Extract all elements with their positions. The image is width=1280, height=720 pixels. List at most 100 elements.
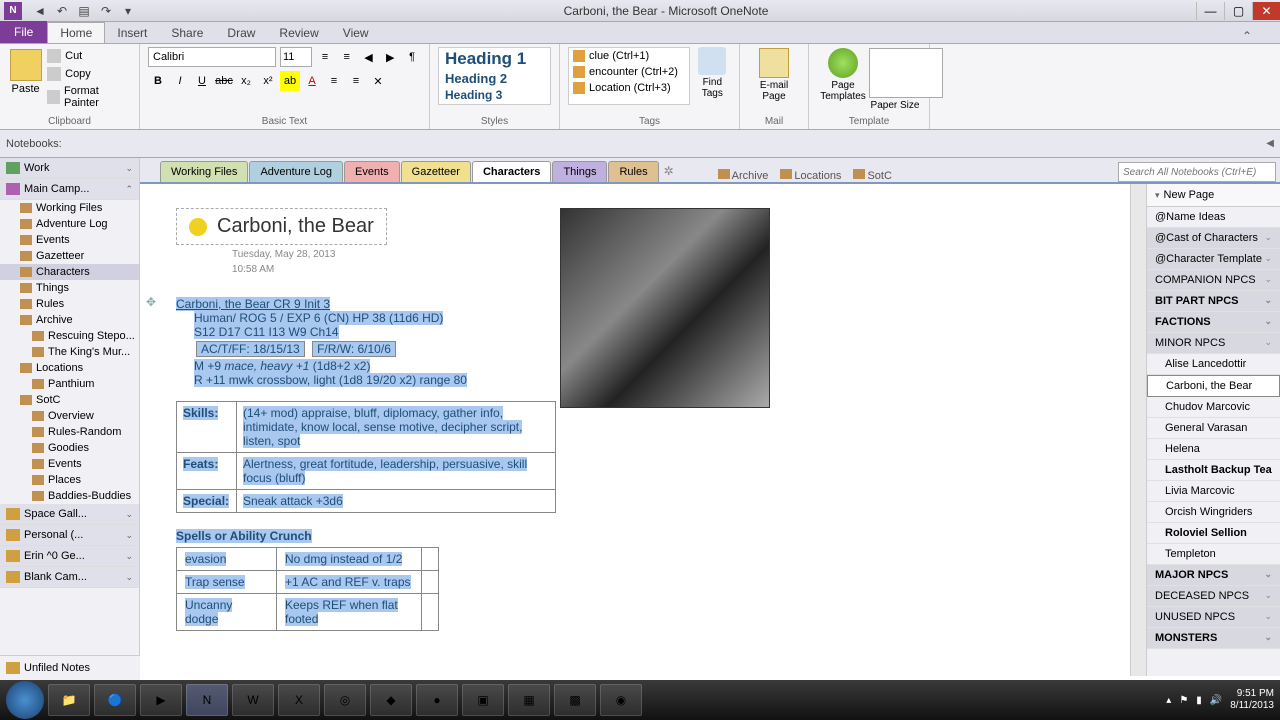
quicklink-archive[interactable]: Archive <box>718 169 769 182</box>
bold-button[interactable]: B <box>148 71 168 91</box>
taskbar-adobe[interactable]: ◉ <box>600 684 642 716</box>
section-gazetteer[interactable]: Gazetteer <box>0 248 139 264</box>
pagelist-item[interactable]: Helena <box>1147 439 1280 460</box>
pagelist-item[interactable]: Chudov Marcovic <box>1147 397 1280 418</box>
highlight-button[interactable]: ab <box>280 71 300 91</box>
pagelist-group[interactable]: FACTIONS <box>1147 312 1280 333</box>
start-button[interactable] <box>6 681 44 719</box>
spells-header[interactable]: Spells or Ability Crunch <box>176 529 312 543</box>
bullets-icon[interactable]: ≡ <box>316 47 334 67</box>
ribbon-minimize-icon[interactable]: ⌃ <box>1242 29 1252 43</box>
search-input[interactable] <box>1118 162 1276 182</box>
tab-view[interactable]: View <box>331 23 381 43</box>
pagelist-item[interactable]: Alise Lancedottir <box>1147 354 1280 375</box>
taskbar-word[interactable]: W <box>232 684 274 716</box>
taskbar-spotify[interactable]: ● <box>416 684 458 716</box>
paper-size-button[interactable]: Paper Size <box>869 48 921 111</box>
quicklink-locations[interactable]: Locations <box>780 169 841 182</box>
page-canvas[interactable]: Carboni, the Bear Tuesday, May 28, 2013 … <box>140 184 1130 676</box>
pagelist-item[interactable]: Carboni, the Bear <box>1147 375 1280 397</box>
section-sotc-sub[interactable]: Overview <box>0 408 139 424</box>
taskbar-excel[interactable]: X <box>278 684 320 716</box>
font-name-input[interactable] <box>148 47 276 67</box>
sectab-things[interactable]: Things <box>552 161 607 182</box>
section-sotc[interactable]: SotC <box>0 392 139 408</box>
sectab-working-files[interactable]: Working Files <box>160 161 248 182</box>
page-templates-button[interactable]: Page Templates <box>817 48 869 111</box>
unfiled-notes[interactable]: Unfiled Notes <box>0 655 140 680</box>
back-icon[interactable]: ◄ <box>32 3 48 19</box>
section-sotc-sub[interactable]: Events <box>0 456 139 472</box>
notebook-work[interactable]: Work⌄ <box>0 158 139 179</box>
pagelist-item[interactable]: @Name Ideas <box>1147 207 1280 228</box>
find-tags-button[interactable]: Find Tags <box>694 47 731 105</box>
search-box[interactable] <box>1118 162 1276 182</box>
redo-icon[interactable]: ↷ <box>98 3 114 19</box>
pagelist-item[interactable]: Templeton <box>1147 544 1280 565</box>
section-things[interactable]: Things <box>0 280 139 296</box>
align-center-icon[interactable]: ≡ <box>346 71 366 91</box>
taskbar-chrome[interactable]: 🔵 <box>94 684 136 716</box>
tray-up-icon[interactable]: ▴ <box>1166 695 1171 706</box>
section-characters[interactable]: Characters <box>0 264 139 280</box>
pagelist-item[interactable]: Orcish Wingriders <box>1147 502 1280 523</box>
format-painter-button[interactable]: Format Painter <box>47 83 131 111</box>
sectab-characters[interactable]: Characters <box>472 161 551 182</box>
section-rules[interactable]: Rules <box>0 296 139 312</box>
section-locations-sub[interactable]: Panthium <box>0 376 139 392</box>
new-section-icon[interactable]: ✲ <box>660 160 678 182</box>
spells-table[interactable]: evasionNo dmg instead of 1/2 Trap sense+… <box>176 547 439 631</box>
taskbar-app[interactable]: ▦ <box>508 684 550 716</box>
pagelist-item[interactable]: Lastholt Backup Tea <box>1147 460 1280 481</box>
notebook-item[interactable]: Erin ^0 Ge...⌄ <box>0 546 139 567</box>
quicklink-sotc[interactable]: SotC <box>853 169 891 182</box>
file-tab[interactable]: File <box>0 21 47 43</box>
section-sotc-sub[interactable]: Rules-Random <box>0 424 139 440</box>
tab-home[interactable]: Home <box>47 22 105 43</box>
pagelist-group[interactable]: MINOR NPCS <box>1147 333 1280 354</box>
font-color-button[interactable]: A <box>302 71 322 91</box>
section-sotc-sub[interactable]: Baddies-Buddies <box>0 488 139 504</box>
subscript-button[interactable]: x₂ <box>236 71 256 91</box>
numbering-icon[interactable]: ≡ <box>338 47 356 67</box>
pagelist-group[interactable]: @Cast of Characters <box>1147 228 1280 249</box>
font-size-input[interactable] <box>280 47 312 67</box>
outdent-icon[interactable]: ◀ <box>360 47 378 67</box>
section-events[interactable]: Events <box>0 232 139 248</box>
notebook-main-campaign[interactable]: Main Camp...⌃ <box>0 179 139 200</box>
pagelist-item[interactable]: Livia Marcovic <box>1147 481 1280 502</box>
superscript-button[interactable]: x² <box>258 71 278 91</box>
pagelist-group[interactable]: DECEASED NPCS <box>1147 586 1280 607</box>
pagelist-item[interactable]: General Varasan <box>1147 418 1280 439</box>
section-adventure-log[interactable]: Adventure Log <box>0 216 139 232</box>
copy-button[interactable]: Copy <box>47 65 131 83</box>
styles-gallery[interactable]: Heading 1 Heading 2 Heading 3 <box>438 47 551 105</box>
page-title[interactable]: Carboni, the Bear <box>217 215 374 238</box>
scrollbar[interactable] <box>1130 184 1146 676</box>
pagelist-group[interactable]: MAJOR NPCS <box>1147 565 1280 586</box>
tab-share[interactable]: Share <box>159 23 215 43</box>
paragraph-icon[interactable]: ¶ <box>403 47 421 67</box>
pagelist-item[interactable]: Roloviel Sellion <box>1147 523 1280 544</box>
maximize-button[interactable]: ▢ <box>1224 2 1252 20</box>
tags-gallery[interactable]: clue (Ctrl+1) encounter (Ctrl+2) Locatio… <box>568 47 690 105</box>
sectab-adventure-log[interactable]: Adventure Log <box>249 161 343 182</box>
close-button[interactable]: ✕ <box>1252 2 1280 20</box>
tab-draw[interactable]: Draw <box>215 23 267 43</box>
page-title-container[interactable]: Carboni, the Bear <box>176 208 387 245</box>
pagelist-group[interactable]: UNUSED NPCS <box>1147 607 1280 628</box>
taskbar-media[interactable]: ▶ <box>140 684 182 716</box>
qat-dropdown-icon[interactable]: ▾ <box>120 3 136 19</box>
new-page-button[interactable]: New Page <box>1147 184 1280 207</box>
taskbar-onenote[interactable]: N <box>186 684 228 716</box>
pagelist-group[interactable]: @Character Template <box>1147 249 1280 270</box>
underline-button[interactable]: U <box>192 71 212 91</box>
section-sotc-sub[interactable]: Goodies <box>0 440 139 456</box>
chevron-up-icon[interactable]: ⌃ <box>125 184 133 195</box>
tray-network-icon[interactable]: ▮ <box>1196 695 1202 706</box>
pagelist-group[interactable]: MONSTERS <box>1147 628 1280 649</box>
notebook-item[interactable]: Blank Cam...⌄ <box>0 567 139 588</box>
italic-button[interactable]: I <box>170 71 190 91</box>
section-working-files[interactable]: Working Files <box>0 200 139 216</box>
undo-icon[interactable]: ↶ <box>54 3 70 19</box>
